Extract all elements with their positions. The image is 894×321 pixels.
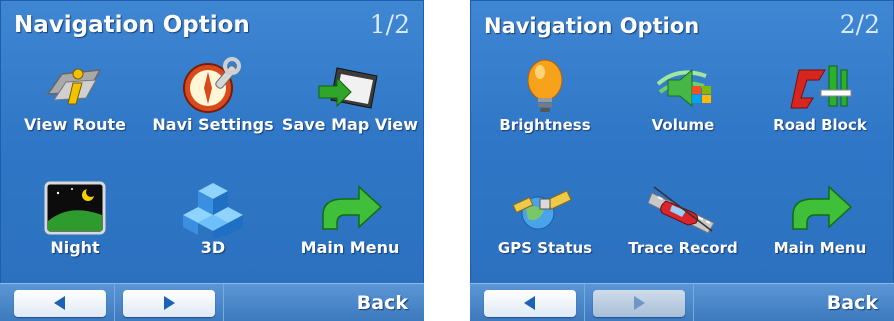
- item-label: Road Block: [773, 116, 867, 134]
- green-arrow-icon: [322, 185, 383, 230]
- toolbar-divider: [693, 284, 694, 321]
- brightness-button[interactable]: Brightness: [475, 52, 615, 162]
- item-label: Trace Record: [628, 239, 738, 257]
- car-trace-icon: [648, 186, 715, 234]
- right-arrow-icon: [634, 296, 645, 310]
- toolbar-divider: [223, 284, 224, 321]
- option-grid: Brightness Volume Road Block GPS Status …: [470, 52, 894, 272]
- item-label: Volume: [651, 116, 715, 134]
- right-arrow-icon: [164, 296, 175, 310]
- title-bar: Navigation Option 1/2: [0, 0, 424, 50]
- title-bar: Navigation Option 2/2: [470, 0, 894, 50]
- screen-title: Navigation Option: [484, 14, 700, 38]
- left-arrow-icon: [54, 296, 65, 310]
- previous-page-button[interactable]: [484, 290, 576, 317]
- next-page-button[interactable]: [593, 290, 685, 317]
- item-label: Main Menu: [773, 239, 867, 257]
- navigation-option-screen-page-2: Navigation Option 2/2 Brightness Volume …: [470, 0, 894, 321]
- bottom-toolbar: Back: [0, 283, 424, 321]
- back-button[interactable]: Back: [827, 292, 878, 314]
- item-label: Navi Settings: [152, 115, 274, 134]
- previous-page-button[interactable]: [14, 290, 106, 317]
- option-grid: View Route Navi Settings Save Map View N…: [0, 52, 424, 272]
- item-label: Save Map View: [281, 115, 419, 134]
- navigation-option-screen-page-1: Navigation Option 1/2 View Route Navi Se…: [0, 0, 424, 321]
- next-page-button[interactable]: [123, 290, 215, 317]
- main-menu-button[interactable]: Main Menu: [280, 175, 420, 285]
- toolbar-divider: [584, 284, 585, 321]
- speaker-icon: [656, 68, 711, 108]
- night-button[interactable]: Night: [5, 175, 145, 285]
- bottom-toolbar: Back: [470, 283, 894, 321]
- green-arrow-icon: [792, 185, 853, 230]
- 3d-button[interactable]: 3D: [143, 175, 283, 285]
- save-map-icon: [318, 67, 378, 109]
- back-button[interactable]: Back: [357, 292, 408, 314]
- gps-status-button[interactable]: GPS Status: [475, 175, 615, 285]
- toolbar-divider: [114, 284, 115, 321]
- page-indicator: 2/2: [839, 10, 880, 39]
- item-label: View Route: [24, 115, 126, 134]
- satellite-icon: [512, 190, 572, 230]
- night-moon-icon: [44, 181, 106, 235]
- save-map-view-button[interactable]: Save Map View: [280, 52, 420, 162]
- road-block-icon: [790, 65, 852, 109]
- item-label: Night: [50, 238, 100, 257]
- page-indicator: 1/2: [369, 10, 410, 39]
- navi-settings-button[interactable]: Navi Settings: [143, 52, 283, 162]
- item-label: Main Menu: [300, 238, 400, 257]
- compass-wrench-icon: [183, 57, 241, 113]
- screen-title: Navigation Option: [14, 12, 250, 38]
- left-arrow-icon: [524, 296, 535, 310]
- volume-button[interactable]: Volume: [613, 52, 753, 162]
- item-label: GPS Status: [497, 239, 593, 257]
- item-label: 3D: [200, 238, 226, 257]
- item-label: Brightness: [499, 116, 591, 134]
- view-route-button[interactable]: View Route: [5, 52, 145, 162]
- lightbulb-icon: [527, 59, 563, 112]
- main-menu-button[interactable]: Main Menu: [750, 175, 890, 285]
- 3d-cubes-icon: [183, 183, 243, 239]
- road-block-button[interactable]: Road Block: [750, 52, 890, 162]
- info-route-icon: [46, 68, 102, 105]
- trace-record-button[interactable]: Trace Record: [613, 175, 753, 285]
